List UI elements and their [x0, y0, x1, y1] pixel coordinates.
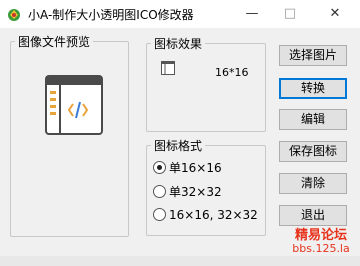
watermark-title: 精易论坛: [294, 228, 347, 243]
convert-button[interactable]: 转换: [279, 78, 347, 99]
close-button[interactable]: ✕: [313, 0, 357, 28]
exit-button[interactable]: 退出: [279, 205, 347, 226]
icon-format-group: 图标格式 单16×16 单32×32 16×16, 32×32: [146, 137, 266, 236]
radio-label: 单16×16: [169, 161, 222, 175]
window-title: 小A-制作大小透明图ICO修改器: [28, 8, 194, 22]
watermark-url: bbs.125.la: [292, 242, 350, 256]
radio-32x32[interactable]: 单32×32: [153, 183, 222, 199]
app-icon: [8, 9, 20, 21]
save-icon-button[interactable]: 保存图标: [279, 141, 347, 162]
radio-unselected-icon: [153, 185, 166, 198]
clear-button[interactable]: 清除: [279, 173, 347, 194]
preview-group: 图像文件预览: [10, 33, 129, 237]
select-image-button[interactable]: 选择图片: [279, 45, 347, 66]
watermark: 精易论坛 bbs.125.la: [286, 228, 356, 256]
radio-unselected-icon: [153, 208, 166, 221]
icon-effect-group: 图标效果 16*16: [146, 35, 266, 132]
title-bar: 小A-制作大小透明图ICO修改器 — □ ✕: [0, 0, 360, 28]
icon-preview-small: [161, 61, 175, 75]
radio-16x16-32x32[interactable]: 16×16, 32×32: [153, 207, 258, 223]
icon-format-label: 图标格式: [151, 137, 206, 154]
maximize-button[interactable]: □: [268, 0, 312, 28]
edit-button[interactable]: 编辑: [279, 109, 347, 130]
radio-label: 单32×32: [169, 185, 222, 199]
icon-effect-label: 图标效果: [151, 35, 206, 52]
radio-label: 16×16, 32×32: [169, 207, 258, 222]
radio-selected-icon: [153, 161, 166, 174]
icon-size-text: 16*16: [215, 66, 249, 79]
preview-group-label: 图像文件预览: [15, 33, 94, 50]
preview-image: [45, 75, 103, 135]
window-bottom-edge: [0, 256, 360, 266]
radio-16x16[interactable]: 单16×16: [153, 159, 222, 175]
